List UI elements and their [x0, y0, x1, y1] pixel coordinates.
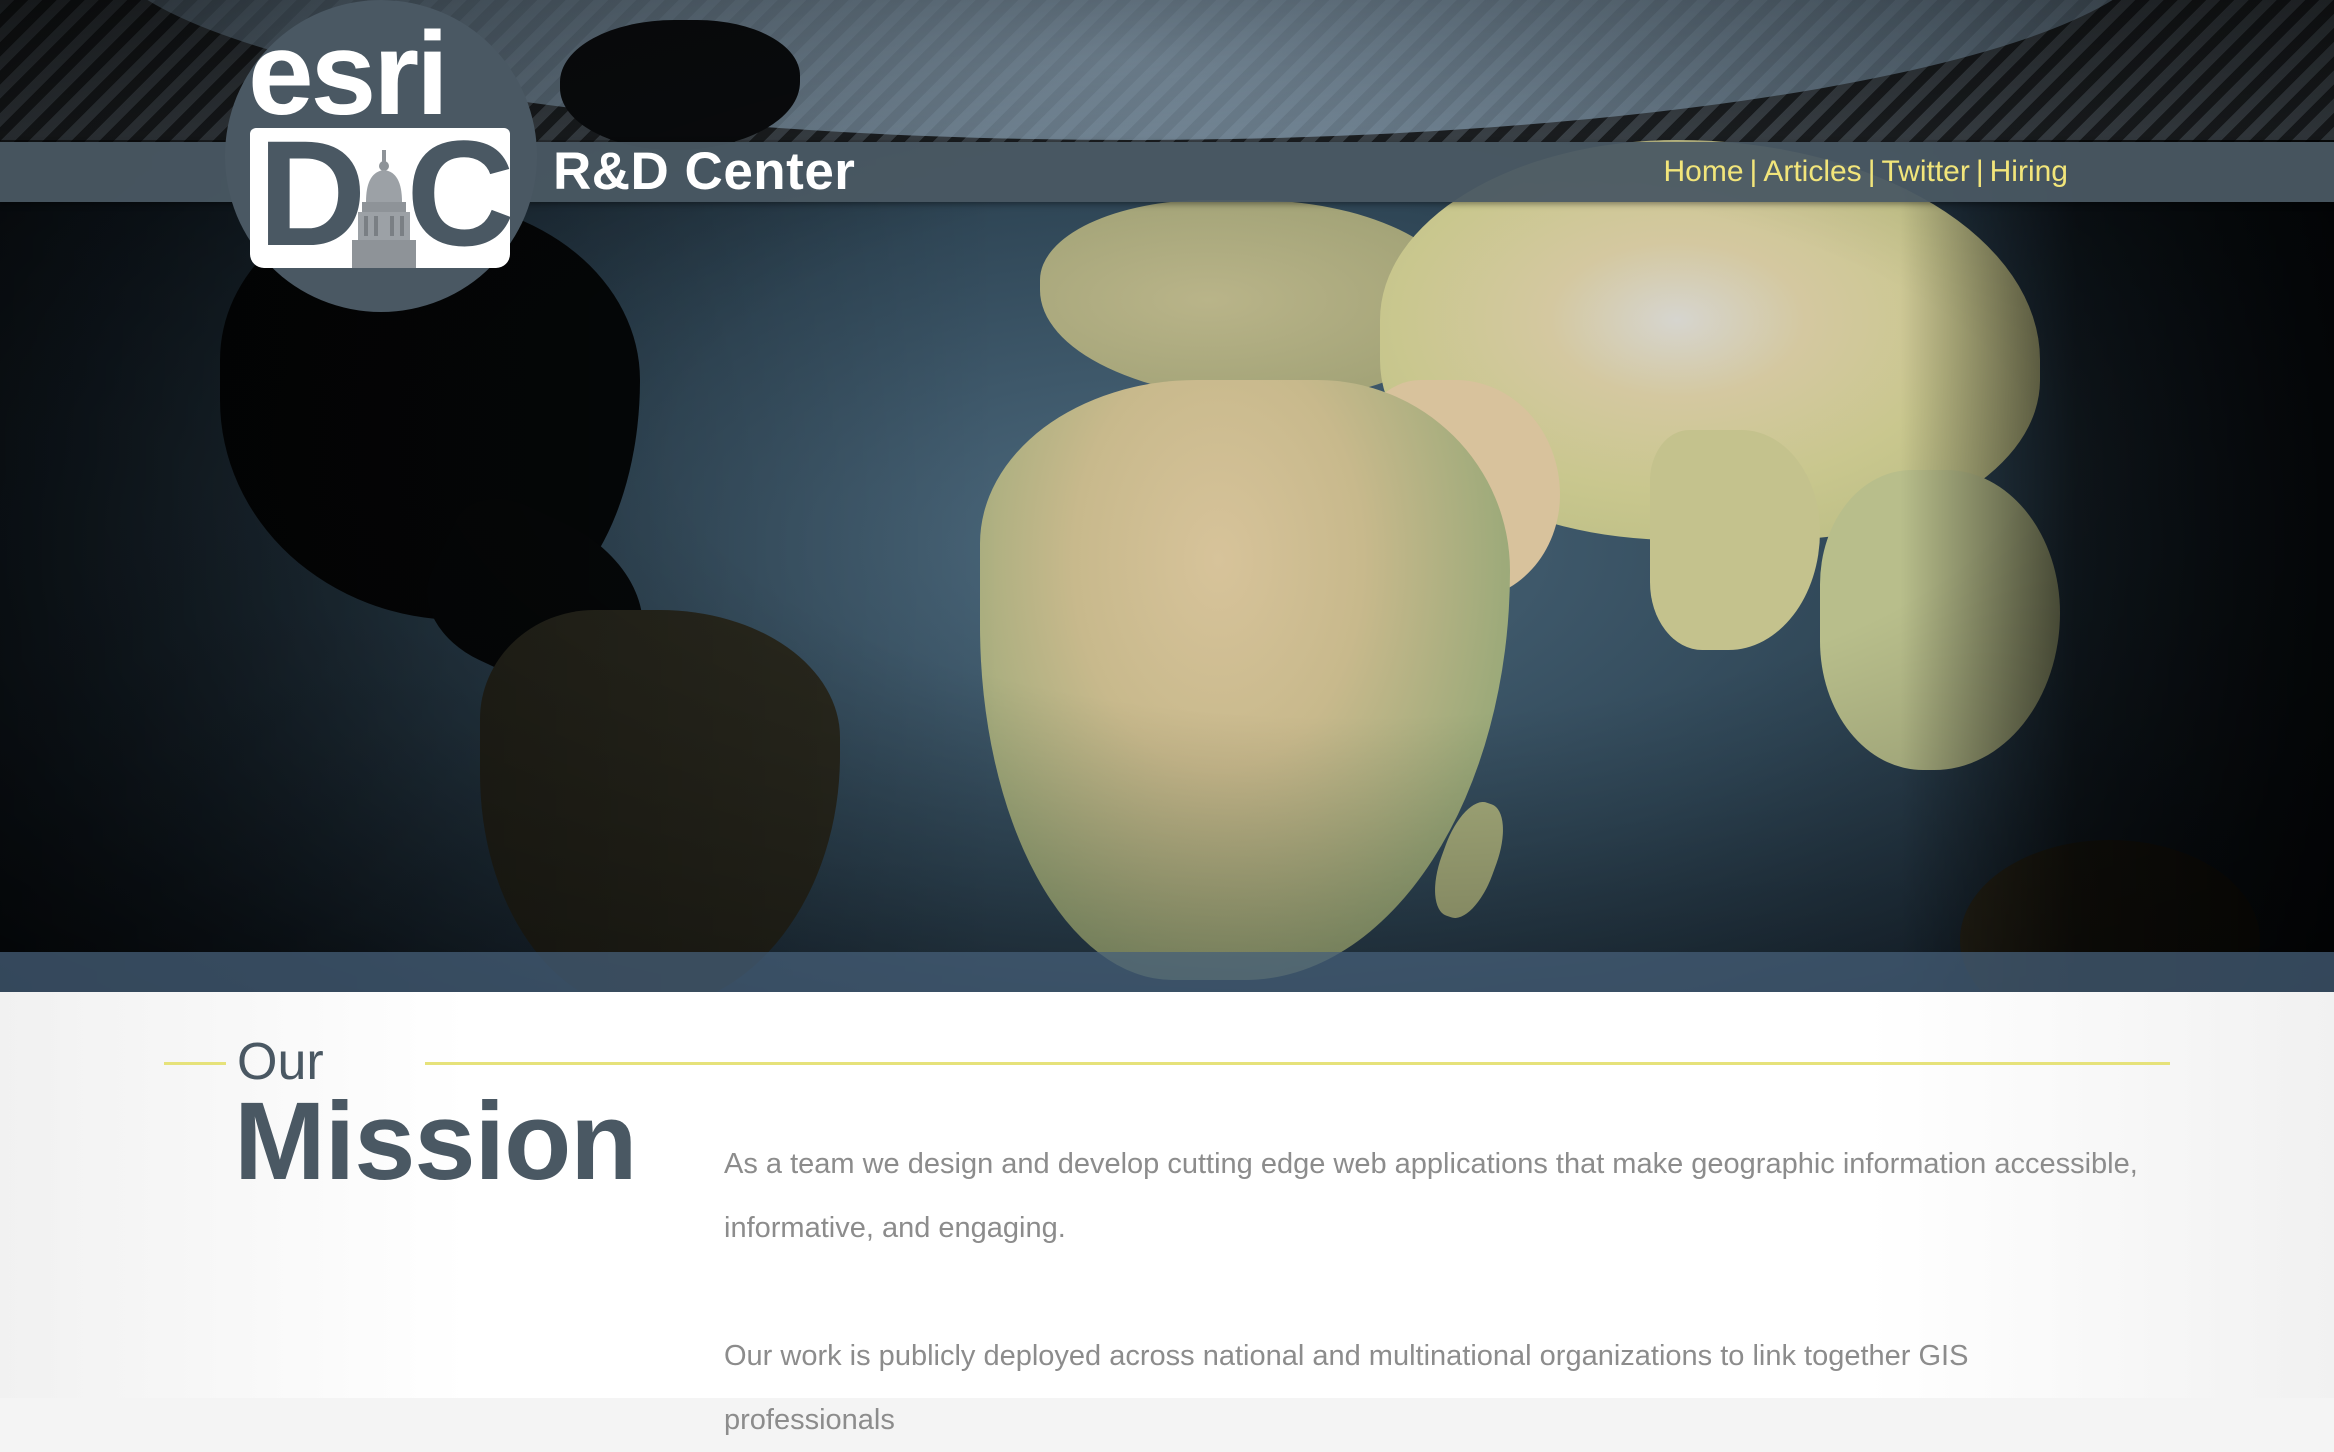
main-nav: Home | Articles | Twitter | Hiring: [1664, 142, 2069, 202]
capitol-dome-icon: [352, 150, 416, 268]
mission-paragraph: As a team we design and develop cutting …: [724, 1148, 2138, 1244]
mission-heading-big: Mission: [234, 1080, 637, 1203]
nav-separator: |: [1749, 155, 1758, 188]
site-title: R&D Center: [553, 142, 856, 201]
nav-separator: |: [1867, 155, 1876, 188]
accent-rule-left: [164, 1062, 226, 1065]
nav-link-hiring[interactable]: Hiring: [1990, 155, 2068, 188]
nav-separator: |: [1975, 155, 1984, 188]
nav-link-twitter[interactable]: Twitter: [1881, 155, 1969, 188]
mission-paragraph: Our work is publicly deployed across nat…: [724, 1340, 1969, 1436]
hero-bottom-band: [0, 952, 2334, 992]
nav-link-articles[interactable]: Articles: [1763, 155, 1861, 188]
nav-link-home[interactable]: Home: [1664, 155, 1744, 188]
accent-rule-right: [425, 1062, 2170, 1065]
